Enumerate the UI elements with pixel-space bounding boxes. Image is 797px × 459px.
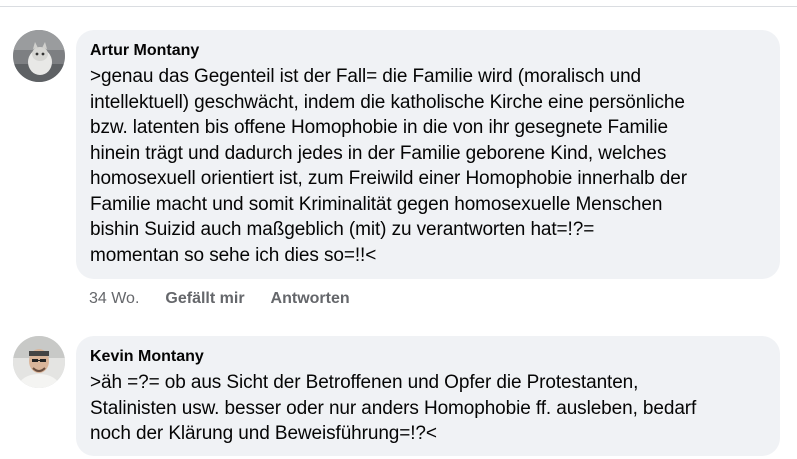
comment-bubble: Kevin Montany >äh =?= ob aus Sicht der B… xyxy=(76,336,780,456)
avatar[interactable] xyxy=(13,30,65,82)
comment-author[interactable]: Artur Montany xyxy=(90,40,766,62)
comment-timestamp[interactable]: 34 Wo. xyxy=(89,290,139,308)
comment-author[interactable]: Kevin Montany xyxy=(90,346,766,368)
comment-actions: 34 Wo. Gefällt mir Antworten xyxy=(89,290,350,308)
comment-text: >genau das Gegenteil ist der Fall= die F… xyxy=(90,66,687,266)
like-button[interactable]: Gefällt mir xyxy=(165,290,244,308)
top-divider xyxy=(0,6,797,7)
avatar-cat-image xyxy=(13,30,65,82)
avatar-person-image xyxy=(13,336,65,388)
avatar[interactable] xyxy=(13,336,65,388)
reply-button[interactable]: Antworten xyxy=(271,290,350,308)
comment-bubble: Artur Montany >genau das Gegenteil ist d… xyxy=(76,30,780,279)
comment-text: >äh =?= ob aus Sicht der Betroffenen und… xyxy=(90,372,697,444)
